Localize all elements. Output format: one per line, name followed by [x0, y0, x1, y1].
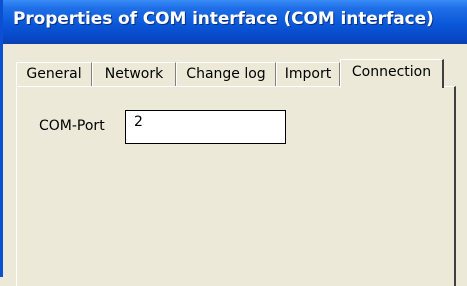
tab-general[interactable]: General: [16, 62, 92, 86]
tab-import[interactable]: Import: [276, 62, 340, 86]
title-bar[interactable]: Properties of COM interface (COM interfa…: [0, 0, 467, 44]
window-border: [0, 44, 3, 277]
com-port-label: COM-Port: [39, 118, 105, 134]
tab-connection[interactable]: Connection: [340, 59, 444, 88]
tab-change-log[interactable]: Change log: [176, 62, 276, 86]
tab-strip: General Network Change log Import Connec…: [16, 59, 456, 88]
window-title: Properties of COM interface (COM interfa…: [13, 9, 434, 29]
com-port-input[interactable]: 2: [125, 110, 286, 144]
tab-network[interactable]: Network: [92, 62, 176, 86]
